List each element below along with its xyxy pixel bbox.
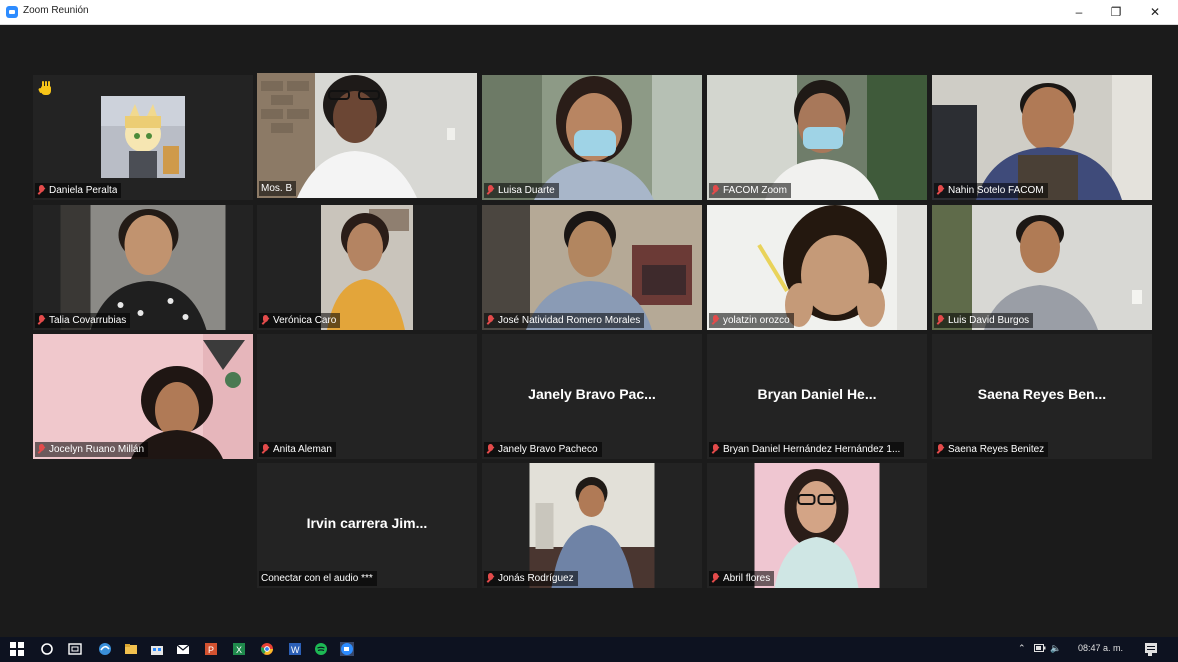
restore-button[interactable]: ❐ <box>1103 3 1129 21</box>
participant-tile-active-speaker[interactable]: Mos. B <box>257 73 477 198</box>
participant-name-label: yolatzin orozco <box>709 313 794 328</box>
participant-display-name: Irvin carrera Jim... <box>306 515 428 531</box>
muted-mic-icon <box>936 444 945 455</box>
participant-name-label: Daniela Peralta <box>35 183 122 198</box>
chrome-icon[interactable] <box>260 642 274 656</box>
clock[interactable]: 08:47 a. m. <box>1078 643 1123 653</box>
participant-tile[interactable]: Anita Aleman <box>257 334 477 459</box>
participant-name-label: Jocelyn Ruano Millán <box>35 442 149 457</box>
video-feed <box>482 205 702 330</box>
participant-name-label: Verónica Caro <box>259 313 341 328</box>
participant-tile[interactable]: Talia Covarrubias <box>33 205 253 330</box>
video-feed <box>529 463 655 588</box>
muted-mic-icon <box>711 444 720 455</box>
participant-display-name: Saena Reyes Ben... <box>977 386 1107 402</box>
video-feed <box>60 205 226 330</box>
video-feed <box>482 75 702 200</box>
avatar-image <box>101 96 185 178</box>
video-feed <box>707 205 927 330</box>
participant-tile[interactable]: Jonás Rodríguez <box>482 463 702 588</box>
spotify-icon[interactable] <box>314 642 328 656</box>
participant-tile[interactable]: Bryan Daniel He... Bryan Daniel Hernánde… <box>707 334 927 459</box>
participant-tile[interactable]: Janely Bravo Pac... Janely Bravo Pacheco <box>482 334 702 459</box>
zoom-app-icon <box>6 6 18 18</box>
participant-display-name: Janely Bravo Pac... <box>528 386 656 402</box>
participant-name-label: Anita Aleman <box>259 442 336 457</box>
muted-mic-icon <box>37 185 46 196</box>
participant-name-label: Abril flores <box>709 571 775 586</box>
participant-tile[interactable]: Daniela Peralta <box>33 75 253 200</box>
raise-hand-icon <box>38 80 53 96</box>
search-icon[interactable] <box>40 642 54 656</box>
svg-text:P: P <box>208 645 214 655</box>
notifications-icon[interactable] <box>1144 642 1158 656</box>
window-title: Zoom Reunión <box>23 5 89 16</box>
title-bar: Zoom Reunión – ❐ ✕ <box>0 0 1178 25</box>
participant-name-label: Conectar con el audio *** <box>259 571 377 586</box>
muted-mic-icon <box>936 185 945 196</box>
video-feed <box>257 73 477 198</box>
participant-tile[interactable]: José Natividad Romero Morales <box>482 205 702 330</box>
zoom-taskbar-icon[interactable] <box>340 642 354 656</box>
video-feed <box>33 334 253 459</box>
excel-icon[interactable]: X <box>232 642 246 656</box>
muted-mic-icon <box>711 573 720 584</box>
muted-mic-icon <box>37 444 46 455</box>
participant-name-label: José Natividad Romero Morales <box>484 313 645 328</box>
svg-text:W: W <box>291 645 300 655</box>
participant-name-label: FACOM Zoom <box>709 183 791 198</box>
participant-tile[interactable]: Jocelyn Ruano Millán <box>33 334 253 459</box>
battery-icon[interactable] <box>1034 643 1046 653</box>
taskbar: P X W ⌃ 🔈 08:47 a. m. <box>0 637 1178 662</box>
tray-overflow-icon[interactable]: ⌃ <box>1018 643 1026 654</box>
participant-name-label: Luis David Burgos <box>934 313 1034 328</box>
gallery-view: Daniela Peralta Mos. B Luisa Duarte FACO… <box>0 25 1178 637</box>
muted-mic-icon <box>486 185 495 196</box>
muted-mic-icon <box>486 444 495 455</box>
muted-mic-icon <box>486 315 495 326</box>
file-explorer-icon[interactable] <box>124 642 138 656</box>
video-feed <box>932 75 1152 200</box>
muted-mic-icon <box>711 185 720 196</box>
svg-text:X: X <box>236 645 242 655</box>
participant-tile[interactable]: yolatzin orozco <box>707 205 927 330</box>
participant-tile[interactable]: FACOM Zoom <box>707 75 927 200</box>
edge-browser-icon[interactable] <box>98 642 112 656</box>
participant-name-label: Talia Covarrubias <box>35 313 131 328</box>
muted-mic-icon <box>936 315 945 326</box>
muted-mic-icon <box>261 444 270 455</box>
word-icon[interactable]: W <box>288 642 302 656</box>
video-feed <box>707 75 927 200</box>
participant-tile[interactable]: Nahin Sotelo FACOM <box>932 75 1152 200</box>
volume-icon[interactable]: 🔈 <box>1050 643 1061 654</box>
mail-icon[interactable] <box>176 642 190 656</box>
participant-name-label: Saena Reyes Benitez <box>934 442 1049 457</box>
participant-tile[interactable]: Luisa Duarte <box>482 75 702 200</box>
participant-tile[interactable]: Irvin carrera Jim... Conectar con el aud… <box>257 463 477 588</box>
windows-start-icon[interactable] <box>10 642 24 656</box>
close-button[interactable]: ✕ <box>1142 3 1168 21</box>
video-feed <box>321 205 413 330</box>
participant-name-label: Luisa Duarte <box>484 183 559 198</box>
muted-mic-icon <box>37 315 46 326</box>
participant-tile[interactable]: Verónica Caro <box>257 205 477 330</box>
participant-display-name: Bryan Daniel He... <box>757 386 877 402</box>
muted-mic-icon <box>711 315 720 326</box>
store-icon[interactable] <box>150 642 164 656</box>
participant-tile[interactable]: Luis David Burgos <box>932 205 1152 330</box>
participant-tile[interactable]: Abril flores <box>707 463 927 588</box>
muted-mic-icon <box>261 315 270 326</box>
powerpoint-icon[interactable]: P <box>204 642 218 656</box>
video-feed <box>932 205 1152 330</box>
video-feed <box>754 463 880 588</box>
muted-mic-icon <box>486 573 495 584</box>
participant-name-label: Nahin Sotelo FACOM <box>934 183 1048 198</box>
participant-tile[interactable]: Saena Reyes Ben... Saena Reyes Benitez <box>932 334 1152 459</box>
participant-name-label: Janely Bravo Pacheco <box>484 442 602 457</box>
minimize-button[interactable]: – <box>1066 3 1092 21</box>
participant-name-label: Jonás Rodríguez <box>484 571 578 586</box>
task-view-icon[interactable] <box>68 642 82 656</box>
participant-name-label: Mos. B <box>259 181 297 196</box>
participant-name-label: Bryan Daniel Hernández Hernández 1... <box>709 442 905 457</box>
